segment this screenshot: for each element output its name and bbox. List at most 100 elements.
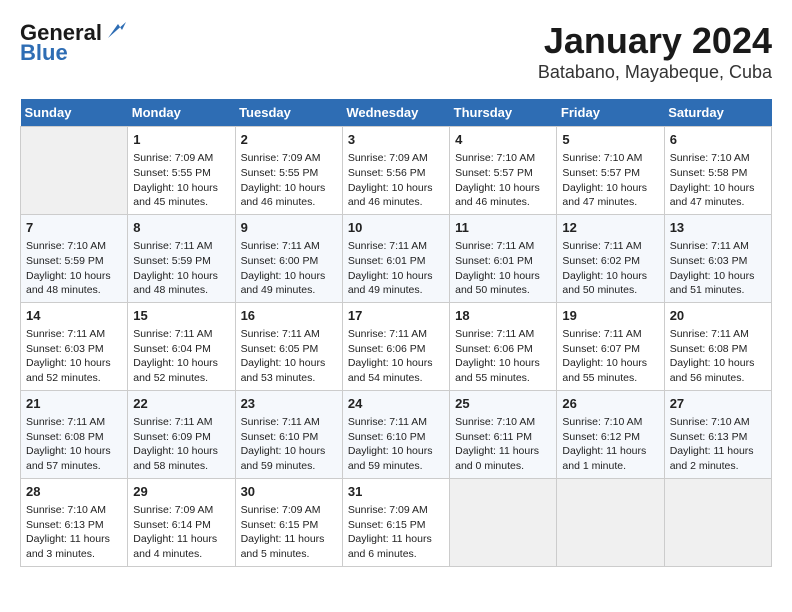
day-cell <box>557 478 664 566</box>
week-row-1: 1Sunrise: 7:09 AM Sunset: 5:55 PM Daylig… <box>21 127 772 215</box>
day-info: Sunrise: 7:10 AM Sunset: 5:59 PM Dayligh… <box>26 239 122 298</box>
logo-bird-icon <box>104 20 126 42</box>
day-cell: 28Sunrise: 7:10 AM Sunset: 6:13 PM Dayli… <box>21 478 128 566</box>
day-cell: 3Sunrise: 7:09 AM Sunset: 5:56 PM Daylig… <box>342 127 449 215</box>
day-number: 10 <box>348 219 444 237</box>
day-number: 18 <box>455 307 551 325</box>
day-cell: 25 Sunrise: 7:10 AM Sunset: 6:11 PM Dayli… <box>450 390 557 478</box>
day-cell: 2 Sunrise: 7:09 AM Sunset: 5:55 PM Daylig… <box>235 127 342 215</box>
week-row-2: 7 Sunrise: 7:10 AM Sunset: 5:59 PM Daylig… <box>21 214 772 302</box>
day-cell: 24 Sunrise: 7:11 AM Sunset: 6:10 PM Dayli… <box>342 390 449 478</box>
day-number: 17 <box>348 307 444 325</box>
day-number: 14 <box>26 307 122 325</box>
day-number: 3 <box>348 131 444 149</box>
calendar-subtitle: Batabano, Mayabeque, Cuba <box>538 62 772 83</box>
column-header-monday: Monday <box>128 99 235 127</box>
day-info: Sunrise: 7:11 AM Sunset: 6:07 PM Dayligh… <box>562 327 658 386</box>
day-number: 25 <box>455 395 551 413</box>
column-header-thursday: Thursday <box>450 99 557 127</box>
day-number: 22 <box>133 395 229 413</box>
day-cell: 12 Sunrise: 7:11 AM Sunset: 6:02 PM Dayli… <box>557 214 664 302</box>
day-number: 23 <box>241 395 337 413</box>
day-cell: 19 Sunrise: 7:11 AM Sunset: 6:07 PM Dayli… <box>557 302 664 390</box>
day-info: Sunrise: 7:09 AM Sunset: 6:15 PM Dayligh… <box>348 503 444 562</box>
day-info: Sunrise: 7:10 AM Sunset: 6:13 PM Dayligh… <box>670 415 766 474</box>
day-number: 21 <box>26 395 122 413</box>
day-info: Sunrise: 7:09 AM Sunset: 5:55 PM Dayligh… <box>241 151 337 210</box>
day-number: 7 <box>26 219 122 237</box>
day-cell: 31Sunrise: 7:09 AM Sunset: 6:15 PM Dayli… <box>342 478 449 566</box>
day-info: Sunrise: 7:11 AM Sunset: 6:08 PM Dayligh… <box>26 415 122 474</box>
day-info: Sunrise: 7:11 AM Sunset: 6:03 PM Dayligh… <box>670 239 766 298</box>
day-cell: 5 Sunrise: 7:10 AM Sunset: 5:57 PM Daylig… <box>557 127 664 215</box>
day-cell: 4 Sunrise: 7:10 AM Sunset: 5:57 PM Daylig… <box>450 127 557 215</box>
day-number: 19 <box>562 307 658 325</box>
day-number: 27 <box>670 395 766 413</box>
day-cell <box>664 478 771 566</box>
day-cell: 29 Sunrise: 7:09 AM Sunset: 6:14 PM Dayli… <box>128 478 235 566</box>
header-row: SundayMondayTuesdayWednesdayThursdayFrid… <box>21 99 772 127</box>
day-cell: 11 Sunrise: 7:11 AM Sunset: 6:01 PM Dayli… <box>450 214 557 302</box>
day-number: 15 <box>133 307 229 325</box>
column-header-wednesday: Wednesday <box>342 99 449 127</box>
day-number: 6 <box>670 131 766 149</box>
column-header-sunday: Sunday <box>21 99 128 127</box>
page-header: General Blue January 2024 Batabano, Maya… <box>20 20 772 83</box>
day-number: 24 <box>348 395 444 413</box>
logo-blue: Blue <box>20 40 68 66</box>
column-header-saturday: Saturday <box>664 99 771 127</box>
day-info: Sunrise: 7:10 AM Sunset: 6:12 PM Dayligh… <box>562 415 658 474</box>
day-cell: 22 Sunrise: 7:11 AM Sunset: 6:09 PM Dayli… <box>128 390 235 478</box>
day-number: 9 <box>241 219 337 237</box>
day-info: Sunrise: 7:11 AM Sunset: 5:59 PM Dayligh… <box>133 239 229 298</box>
day-number: 29 <box>133 483 229 501</box>
day-cell: 26Sunrise: 7:10 AM Sunset: 6:12 PM Dayli… <box>557 390 664 478</box>
week-row-3: 14Sunrise: 7:11 AM Sunset: 6:03 PM Dayli… <box>21 302 772 390</box>
day-cell: 21 Sunrise: 7:11 AM Sunset: 6:08 PM Dayli… <box>21 390 128 478</box>
day-cell: 1Sunrise: 7:09 AM Sunset: 5:55 PM Daylig… <box>128 127 235 215</box>
day-cell: 15 Sunrise: 7:11 AM Sunset: 6:04 PM Dayli… <box>128 302 235 390</box>
day-info: Sunrise: 7:11 AM Sunset: 6:06 PM Dayligh… <box>455 327 551 386</box>
week-row-5: 28Sunrise: 7:10 AM Sunset: 6:13 PM Dayli… <box>21 478 772 566</box>
day-info: Sunrise: 7:11 AM Sunset: 6:10 PM Dayligh… <box>241 415 337 474</box>
day-cell: 17 Sunrise: 7:11 AM Sunset: 6:06 PM Dayli… <box>342 302 449 390</box>
day-cell: 16Sunrise: 7:11 AM Sunset: 6:05 PM Dayli… <box>235 302 342 390</box>
day-info: Sunrise: 7:11 AM Sunset: 6:00 PM Dayligh… <box>241 239 337 298</box>
day-cell <box>21 127 128 215</box>
day-info: Sunrise: 7:11 AM Sunset: 6:10 PM Dayligh… <box>348 415 444 474</box>
day-info: Sunrise: 7:11 AM Sunset: 6:06 PM Dayligh… <box>348 327 444 386</box>
day-info: Sunrise: 7:09 AM Sunset: 6:14 PM Dayligh… <box>133 503 229 562</box>
day-number: 12 <box>562 219 658 237</box>
day-info: Sunrise: 7:09 AM Sunset: 5:55 PM Dayligh… <box>133 151 229 210</box>
day-cell: 27 Sunrise: 7:10 AM Sunset: 6:13 PM Dayli… <box>664 390 771 478</box>
title-block: January 2024 Batabano, Mayabeque, Cuba <box>538 20 772 83</box>
day-number: 5 <box>562 131 658 149</box>
day-number: 11 <box>455 219 551 237</box>
day-number: 8 <box>133 219 229 237</box>
calendar-table: SundayMondayTuesdayWednesdayThursdayFrid… <box>20 99 772 567</box>
day-cell: 6Sunrise: 7:10 AM Sunset: 5:58 PM Daylig… <box>664 127 771 215</box>
week-row-4: 21 Sunrise: 7:11 AM Sunset: 6:08 PM Dayli… <box>21 390 772 478</box>
day-info: Sunrise: 7:11 AM Sunset: 6:08 PM Dayligh… <box>670 327 766 386</box>
day-info: Sunrise: 7:09 AM Sunset: 6:15 PM Dayligh… <box>241 503 337 562</box>
day-number: 20 <box>670 307 766 325</box>
day-info: Sunrise: 7:10 AM Sunset: 5:57 PM Dayligh… <box>562 151 658 210</box>
day-number: 13 <box>670 219 766 237</box>
day-number: 2 <box>241 131 337 149</box>
day-number: 4 <box>455 131 551 149</box>
day-info: Sunrise: 7:10 AM Sunset: 6:13 PM Dayligh… <box>26 503 122 562</box>
day-cell: 18 Sunrise: 7:11 AM Sunset: 6:06 PM Dayli… <box>450 302 557 390</box>
day-info: Sunrise: 7:11 AM Sunset: 6:01 PM Dayligh… <box>455 239 551 298</box>
day-cell: 7 Sunrise: 7:10 AM Sunset: 5:59 PM Daylig… <box>21 214 128 302</box>
day-info: Sunrise: 7:11 AM Sunset: 6:05 PM Dayligh… <box>241 327 337 386</box>
day-cell: 8 Sunrise: 7:11 AM Sunset: 5:59 PM Daylig… <box>128 214 235 302</box>
day-info: Sunrise: 7:11 AM Sunset: 6:01 PM Dayligh… <box>348 239 444 298</box>
day-number: 30 <box>241 483 337 501</box>
day-info: Sunrise: 7:11 AM Sunset: 6:02 PM Dayligh… <box>562 239 658 298</box>
day-cell: 13 Sunrise: 7:11 AM Sunset: 6:03 PM Dayli… <box>664 214 771 302</box>
day-info: Sunrise: 7:10 AM Sunset: 6:11 PM Dayligh… <box>455 415 551 474</box>
day-info: Sunrise: 7:10 AM Sunset: 5:57 PM Dayligh… <box>455 151 551 210</box>
day-info: Sunrise: 7:11 AM Sunset: 6:09 PM Dayligh… <box>133 415 229 474</box>
day-cell: 23 Sunrise: 7:11 AM Sunset: 6:10 PM Dayli… <box>235 390 342 478</box>
day-info: Sunrise: 7:11 AM Sunset: 6:04 PM Dayligh… <box>133 327 229 386</box>
